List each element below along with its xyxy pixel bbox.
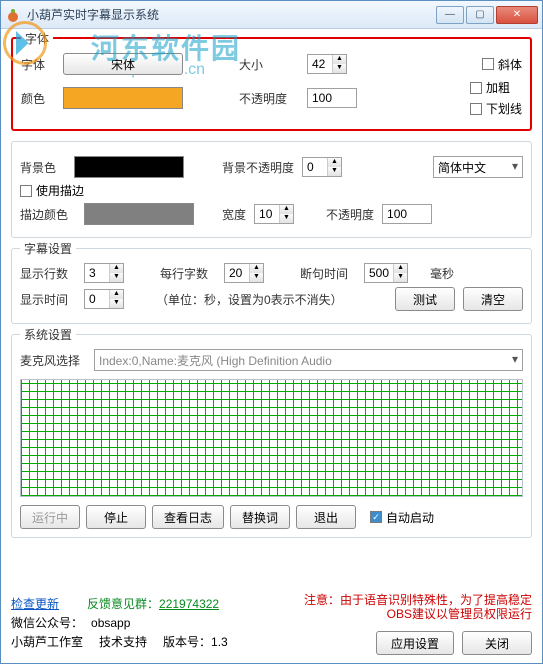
watermark-logo (3, 21, 47, 65)
showtime-label: 显示时间 (20, 291, 76, 308)
outline-color-swatch[interactable] (84, 203, 194, 225)
opacity-label: 不透明度 (239, 90, 299, 107)
subtitle-legend: 字幕设置 (20, 240, 76, 257)
rows-label: 显示行数 (20, 265, 76, 282)
cols-label: 每行字数 (160, 265, 216, 282)
clear-button[interactable]: 清空 (463, 287, 523, 311)
maximize-button[interactable]: ▢ (466, 6, 494, 24)
minimize-button[interactable]: — (436, 6, 464, 24)
titlebar: 小葫芦实时字幕显示系统 — ▢ ✕ (1, 1, 542, 29)
bg-color-label: 背景色 (20, 159, 66, 176)
wechat-value: obsapp (91, 616, 130, 630)
mic-select[interactable]: Index:0,Name:麦克风 (High Definition Audio (94, 349, 523, 371)
note-line1: 注意：由于语音识别特殊性，为了提高稳定 (292, 593, 532, 607)
outline-color-label: 描边颜色 (20, 206, 76, 223)
viewlog-button[interactable]: 查看日志 (152, 505, 224, 529)
apply-button[interactable]: 应用设置 (376, 631, 454, 655)
color-label: 颜色 (21, 90, 55, 107)
subtitle-group: 字幕设置 显示行数 3▲▼ 每行字数 20▲▼ 断句时间 500▲▼ 毫秒 显示… (11, 248, 532, 324)
outline-checkbox[interactable]: 使用描边 (20, 182, 84, 199)
font-select-button[interactable]: 宋体 (63, 53, 183, 75)
test-button[interactable]: 测试 (395, 287, 455, 311)
feedback-link[interactable]: 221974322 (159, 597, 219, 611)
wechat-label: 微信公众号： (11, 614, 83, 631)
language-select[interactable]: 简体中文 (433, 156, 523, 178)
window-title: 小葫芦实时字幕显示系统 (27, 6, 436, 23)
waveform-display (20, 379, 523, 497)
background-group: 背景色 背景不透明度 0▲▼ 简体中文 使用描边 描边颜色 宽度 10▲▼ 不透… (11, 141, 532, 238)
studio-label: 小葫芦工作室 (11, 633, 83, 650)
check-update-link[interactable]: 检查更新 (11, 595, 59, 612)
color-swatch[interactable] (63, 87, 183, 109)
cols-input[interactable]: 20▲▼ (224, 263, 264, 283)
underline-checkbox[interactable]: 下划线 (470, 100, 522, 117)
italic-checkbox[interactable]: 斜体 (482, 56, 522, 73)
size-label: 大小 (239, 56, 299, 73)
app-icon (5, 7, 21, 23)
bg-opacity-input[interactable]: 0▲▼ (302, 157, 342, 177)
ms-label: 毫秒 (430, 265, 454, 282)
replace-button[interactable]: 替换词 (230, 505, 290, 529)
unit-hint: （单位：秒，设置为0表示不消失） (156, 291, 343, 308)
font-group: 字体 字体 宋体 大小 42▲▼ 斜体 颜色 不透明度 100 加粗 下划线 (11, 37, 532, 131)
showtime-input[interactable]: 0▲▼ (84, 289, 124, 309)
outline-opacity-label: 不透明度 (326, 206, 374, 223)
outline-width-label: 宽度 (222, 206, 246, 223)
close-button[interactable]: 关闭 (462, 631, 532, 655)
mic-label: 麦克风选择 (20, 352, 86, 369)
bg-opacity-label: 背景不透明度 (222, 159, 294, 176)
size-input[interactable]: 42▲▼ (307, 54, 347, 74)
system-legend: 系统设置 (20, 326, 76, 343)
bold-checkbox[interactable]: 加粗 (470, 79, 522, 96)
exit-button[interactable]: 退出 (296, 505, 356, 529)
break-label: 断句时间 (300, 265, 356, 282)
note-line2: OBS建议以管理员权限运行 (292, 607, 532, 621)
rows-input[interactable]: 3▲▼ (84, 263, 124, 283)
break-input[interactable]: 500▲▼ (364, 263, 408, 283)
autostart-checkbox[interactable]: ✓自动启动 (370, 509, 434, 526)
running-button: 运行中 (20, 505, 80, 529)
outline-width-input[interactable]: 10▲▼ (254, 204, 294, 224)
feedback-label: 反馈意见群：221974322 (87, 595, 219, 612)
bg-color-swatch[interactable] (74, 156, 184, 178)
version-label: 版本号：1.3 (163, 633, 228, 650)
system-group: 系统设置 麦克风选择 Index:0,Name:麦克风 (High Defini… (11, 334, 532, 538)
outline-opacity-input[interactable]: 100 (382, 204, 432, 224)
opacity-input[interactable]: 100 (307, 88, 357, 108)
close-window-button[interactable]: ✕ (496, 6, 538, 24)
stop-button[interactable]: 停止 (86, 505, 146, 529)
support-label: 技术支持 (99, 633, 147, 650)
